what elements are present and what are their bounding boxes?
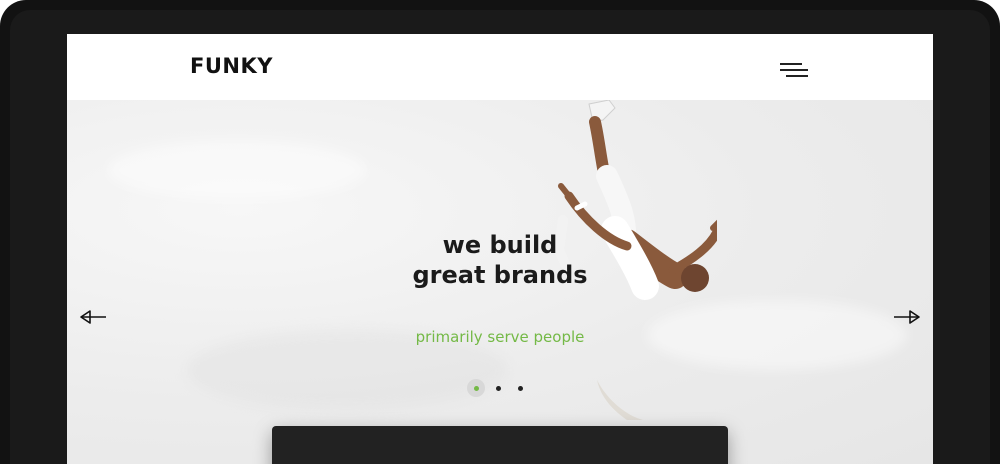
laptop-frame: FUNKY we build great brands primarily se…	[0, 0, 1000, 464]
slider-dot-2[interactable]	[496, 386, 501, 391]
site-header: FUNKY	[67, 34, 933, 101]
menu-line-top	[780, 63, 802, 65]
brand-logo[interactable]: FUNKY	[190, 54, 273, 78]
menu-line-middle	[780, 69, 808, 71]
hamburger-menu-icon[interactable]	[780, 61, 810, 79]
content-panel	[272, 426, 728, 464]
arrow-left-icon[interactable]	[79, 309, 107, 325]
headline-line-1: we build	[442, 231, 558, 259]
slider-dot-1[interactable]	[467, 379, 485, 397]
website-screen: FUNKY we build great brands primarily se…	[67, 34, 933, 464]
slider-dot-3[interactable]	[518, 386, 523, 391]
sand-texture	[107, 140, 367, 200]
hero-slider: we build great brands primarily serve pe…	[67, 100, 933, 464]
headline-line-2: great brands	[412, 261, 588, 289]
arrow-right-icon[interactable]	[893, 309, 921, 325]
slider-pagination	[467, 378, 533, 398]
hero-subline: primarily serve people	[415, 328, 585, 346]
menu-line-bottom	[786, 75, 808, 77]
hero-headline: we build great brands	[367, 230, 633, 290]
